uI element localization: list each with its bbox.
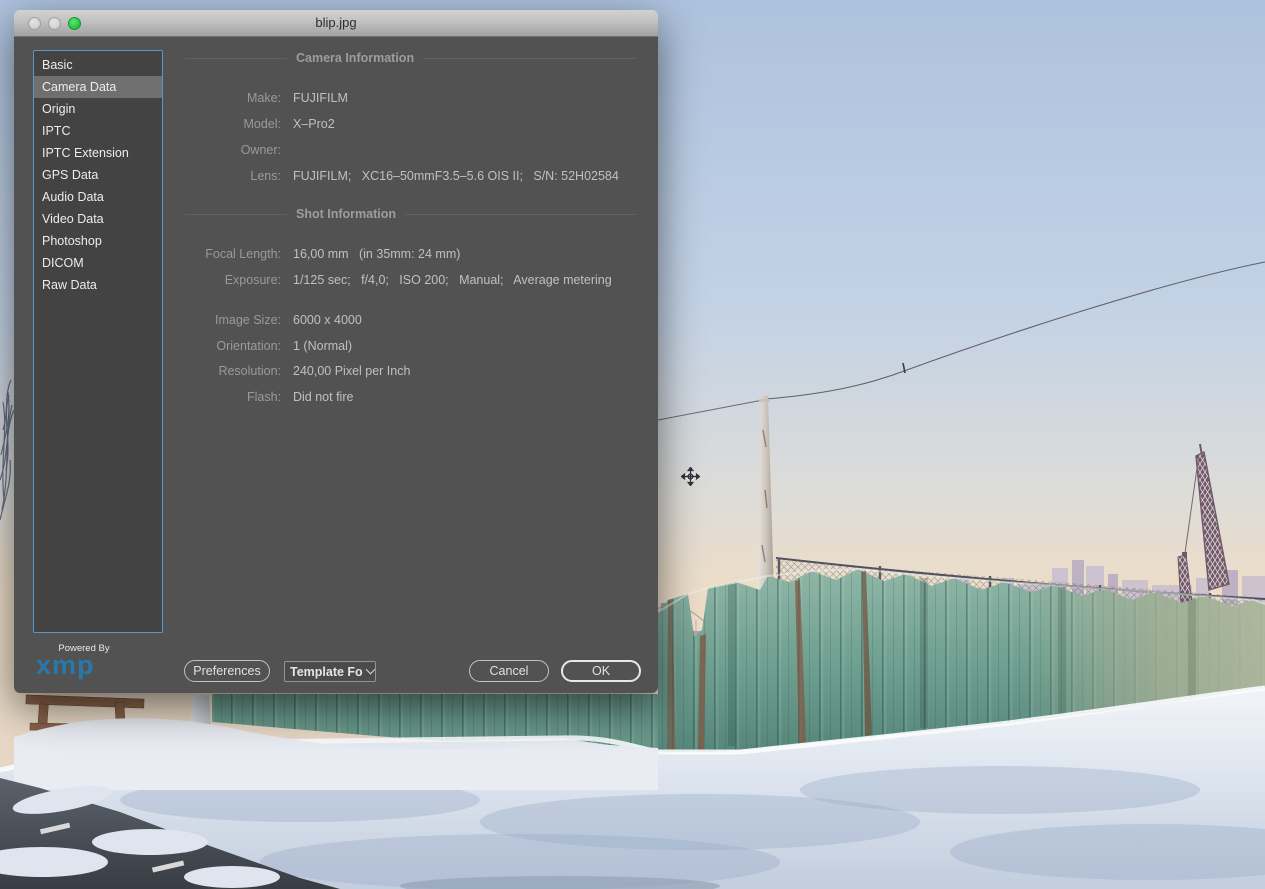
field-row-exposure: Exposure: 1/125 sec; f/4,0; ISO 200; Man… xyxy=(164,272,648,288)
sidebar-item-gps-data[interactable]: GPS Data xyxy=(34,164,162,186)
field-row-lens: Lens: FUJIFILM; XC16–50mmF3.5–5.6 OIS II… xyxy=(164,168,648,184)
field-label: Owner: xyxy=(164,142,281,158)
field-label: Image Size: xyxy=(164,312,281,328)
sidebar-item-dicom[interactable]: DICOM xyxy=(34,252,162,274)
desktop: blip.jpg Basic Camera Data Origin IPTC I… xyxy=(0,0,1265,889)
field-row-focal-length: Focal Length: 16,00 mm (in 35mm: 24 mm) xyxy=(164,246,648,262)
sidebar-item-iptc-extension[interactable]: IPTC Extension xyxy=(34,142,162,164)
cancel-button[interactable]: Cancel xyxy=(469,660,549,682)
divider-line xyxy=(185,58,287,59)
window-title: blip.jpg xyxy=(14,15,658,30)
field-value: X–Pro2 xyxy=(293,116,335,132)
chevron-down-icon xyxy=(365,665,375,675)
section-header-shot-information: Shot Information xyxy=(185,207,637,221)
section-header-camera-information: Camera Information xyxy=(185,51,637,65)
field-label: Flash: xyxy=(164,389,281,405)
field-value: FUJIFILM; XC16–50mmF3.5–5.6 OIS II; S/N:… xyxy=(293,168,619,184)
sidebar-item-photoshop[interactable]: Photoshop xyxy=(34,230,162,252)
field-label: Resolution: xyxy=(164,363,281,379)
field-value: 240,00 Pixel per Inch xyxy=(293,363,410,379)
move-cursor-pointer xyxy=(681,467,700,486)
sidebar-item-basic[interactable]: Basic xyxy=(34,54,162,76)
field-row-model: Model: X–Pro2 xyxy=(164,116,648,132)
divider-line xyxy=(423,58,637,59)
sidebar-item-iptc[interactable]: IPTC xyxy=(34,120,162,142)
template-dropdown-label: Template Fo xyxy=(290,665,363,679)
cancel-button-label: Cancel xyxy=(490,664,529,678)
field-value: FUJIFILM xyxy=(293,90,348,106)
sidebar-item-audio-data[interactable]: Audio Data xyxy=(34,186,162,208)
field-row-flash: Flash: Did not fire xyxy=(164,389,648,405)
field-label: Make: xyxy=(164,90,281,106)
section-title: Camera Information xyxy=(287,51,423,65)
field-label: Focal Length: xyxy=(164,246,281,262)
sidebar-item-origin[interactable]: Origin xyxy=(34,98,162,120)
field-value: 6000 x 4000 xyxy=(293,312,362,328)
ok-button-label: OK xyxy=(592,664,610,678)
sidebar-item-camera-data[interactable]: Camera Data xyxy=(34,76,162,98)
divider-line xyxy=(185,214,287,215)
category-list: Basic Camera Data Origin IPTC IPTC Exten… xyxy=(33,50,163,633)
file-info-dialog: blip.jpg Basic Camera Data Origin IPTC I… xyxy=(14,10,658,693)
preferences-button-label: Preferences xyxy=(193,664,260,678)
field-value: Did not fire xyxy=(293,389,353,405)
ok-button[interactable]: OK xyxy=(561,660,641,682)
sidebar-item-video-data[interactable]: Video Data xyxy=(34,208,162,230)
divider-line xyxy=(405,214,637,215)
xmp-logo: xmp xyxy=(36,650,95,681)
sidebar-item-raw-data[interactable]: Raw Data xyxy=(34,274,162,296)
section-title: Shot Information xyxy=(287,207,405,221)
dialog-body: Basic Camera Data Origin IPTC IPTC Exten… xyxy=(14,37,658,693)
field-row-orientation: Orientation: 1 (Normal) xyxy=(164,338,648,354)
field-value: 1/125 sec; f/4,0; ISO 200; Manual; Avera… xyxy=(293,272,612,288)
template-dropdown[interactable]: Template Fo xyxy=(284,661,376,682)
field-row-image-size: Image Size: 6000 x 4000 xyxy=(164,312,648,328)
field-label: Exposure: xyxy=(164,272,281,288)
field-value: 16,00 mm (in 35mm: 24 mm) xyxy=(293,246,460,262)
field-label: Model: xyxy=(164,116,281,132)
field-label: Orientation: xyxy=(164,338,281,354)
field-row-resolution: Resolution: 240,00 Pixel per Inch xyxy=(164,363,648,379)
preferences-button[interactable]: Preferences xyxy=(184,660,270,682)
field-label: Lens: xyxy=(164,168,281,184)
field-row-make: Make: FUJIFILM xyxy=(164,90,648,106)
field-row-owner: Owner: xyxy=(164,142,648,158)
field-value: 1 (Normal) xyxy=(293,338,352,354)
window-titlebar[interactable]: blip.jpg xyxy=(14,10,658,37)
